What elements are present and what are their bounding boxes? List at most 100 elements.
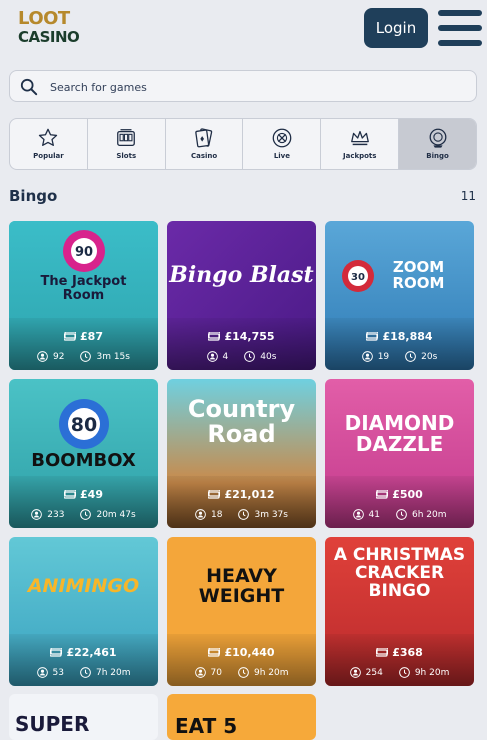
game-meta: 92 3m 15s [9,351,158,362]
clock-icon [80,351,92,362]
player-count: 233 [47,509,65,520]
time-remaining: 20s [421,351,438,362]
players-icon [349,667,361,678]
game-card-country-road[interactable]: Country Road £21,012 18 3m 37s [167,379,316,528]
game-title: ANIMINGO [27,575,140,598]
tab-label: Casino [190,152,218,160]
tab-casino[interactable]: Casino [166,119,244,169]
player-count: 254 [365,667,383,678]
clock-icon [238,667,249,678]
roulette-icon [272,128,292,148]
game-card-heavy-weight[interactable]: HEAVY WEIGHT £10,440 70 9h 20m [167,537,316,686]
section-count: 11 [460,189,476,203]
cash-icon [208,648,221,657]
tab-jackpots[interactable]: Jackpots [321,119,400,169]
cash-icon [64,332,77,341]
game-card-jackpot-room[interactable]: 90 The Jackpot Room £87 92 3m 15s [9,221,158,370]
search-bar [9,70,477,102]
game-art: HEAVY WEIGHT [167,537,316,637]
jackpot-amount: £21,012 [167,488,316,501]
search-input[interactable] [50,75,470,99]
cash-icon [376,490,389,499]
loot-casino-logo[interactable]: LOOT CASINO [18,8,80,48]
jackpot-amount: £10,440 [167,646,316,659]
player-count: 53 [52,667,64,678]
jackpot-amount: £368 [325,646,474,659]
game-title: Bingo Blast [169,262,314,289]
tab-label: Popular [33,152,64,160]
bingo-ball-icon [429,128,446,148]
jackpot-amount: £18,884 [325,330,474,343]
cash-icon [376,648,389,657]
jackpot-amount: £14,755 [167,330,316,343]
player-count: 41 [368,509,380,520]
player-count: 70 [210,667,222,678]
tab-popular[interactable]: Popular [10,119,88,169]
cash-icon [64,490,77,499]
game-card-christmas-cracker-bingo[interactable]: A CHRISTMAS CRACKER BINGO £368 254 9h 20… [325,537,474,686]
time-remaining: 20m 47s [96,509,136,520]
game-meta: 41 6h 20m [325,509,474,520]
game-art: 30 ZOOM ROOM [325,221,474,331]
game-title: ZOOM ROOM [392,258,445,292]
game-card-bingo-blast[interactable]: Bingo Blast £14,755 4 40s [167,221,316,370]
time-remaining: 6h 20m [411,509,447,520]
players-icon [37,351,48,362]
cash-icon [208,490,221,499]
tab-label: Slots [116,152,137,160]
bingo-ball-80-icon: 80 [58,398,109,449]
cards-icon [195,128,213,148]
game-card-diamond-dazzle[interactable]: DIAMOND DAZZLE £500 41 6h 20m [325,379,474,528]
tab-bingo[interactable]: Bingo [399,119,476,169]
game-art: Bingo Blast [167,221,316,331]
tab-label: Live [273,152,290,160]
category-tabs: Popular Slots Casino Live Jackpots Bingo [9,118,477,170]
game-art: A CHRISTMAS CRACKER BINGO [325,537,474,647]
game-card-eat-5[interactable]: EAT 5 [167,694,316,740]
clock-icon [396,509,407,520]
game-meta: 233 20m 47s [9,509,158,520]
jackpot-amount: £49 [9,488,158,501]
game-meta: 4 40s [167,351,316,362]
tab-label: Bingo [426,152,449,160]
crown-icon [350,130,369,146]
time-remaining: 3m 37s [254,509,288,520]
game-art: 80 BOOMBOX [9,379,158,489]
game-meta: 18 3m 37s [167,509,316,520]
players-icon [361,351,373,362]
tab-slots[interactable]: Slots [88,119,166,169]
game-title: BOOMBOX [31,449,136,471]
game-card-animingo[interactable]: ANIMINGO £22,461 53 7h 20m [9,537,158,686]
players-icon [194,667,206,678]
player-count: 18 [211,509,223,520]
game-title: A CHRISTMAS CRACKER BINGO [333,545,466,601]
game-card-boombox[interactable]: 80 BOOMBOX £49 233 20m 47s [9,379,158,528]
login-button[interactable]: Login [364,8,428,48]
players-icon [195,509,206,520]
time-remaining: 40s [260,351,277,362]
game-title: Country Road [187,395,296,449]
logo-line1: LOOT [18,8,70,29]
game-art: DIAMOND DAZZLE [325,379,474,489]
tab-label: Jackpots [342,152,377,160]
game-meta: 254 9h 20m [325,667,474,678]
logo-line2: CASINO [18,28,80,46]
time-remaining: 9h 20m [414,667,450,678]
game-art: Country Road [167,379,316,479]
hamburger-menu-icon[interactable] [438,10,482,46]
time-remaining: 9h 20m [253,667,289,678]
section-title: Bingo [9,187,58,205]
clock-icon [80,667,91,678]
clock-icon [244,351,256,362]
game-title: EAT 5 [175,714,238,738]
game-title: DIAMOND DAZZLE [344,411,455,456]
tab-live[interactable]: Live [243,119,322,169]
players-icon [36,667,48,678]
star-icon [39,128,58,146]
header: LOOT CASINO Login [0,0,487,58]
game-card-super[interactable]: SUPER [9,694,158,740]
player-count: 19 [377,351,390,362]
game-card-zoom-room[interactable]: 30 ZOOM ROOM £18,884 19 20s [325,221,474,370]
clock-icon [398,667,410,678]
slot-machine-icon [117,129,136,146]
